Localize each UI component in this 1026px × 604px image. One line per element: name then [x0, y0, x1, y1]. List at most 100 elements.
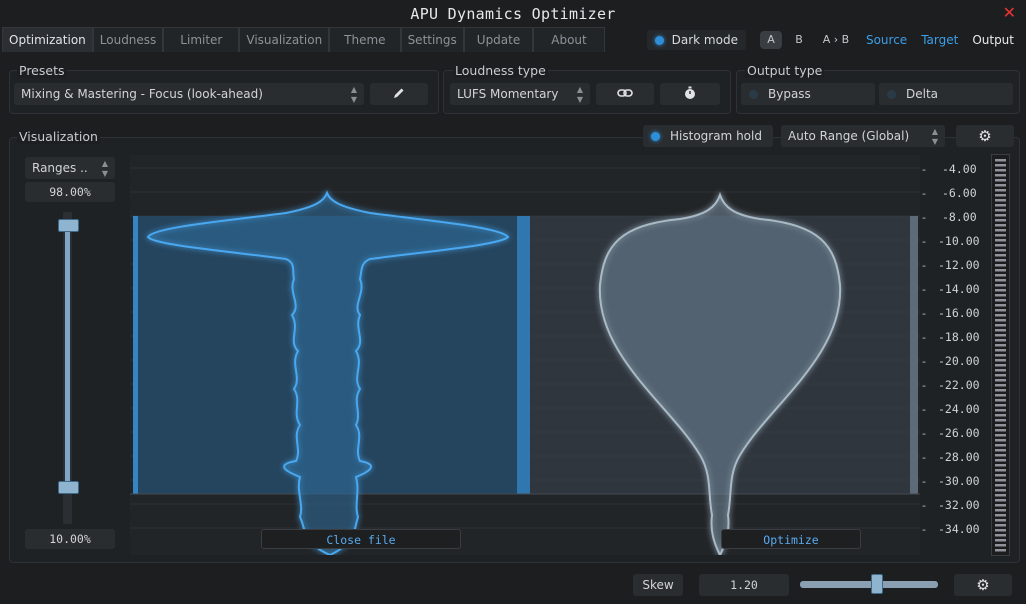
meter-segment — [995, 164, 1006, 167]
scale-label: -16.00 — [938, 306, 980, 320]
meter-segment — [995, 284, 1006, 287]
tab-optimization[interactable]: Optimization — [2, 27, 93, 52]
radio-off-icon — [887, 89, 896, 99]
tab-settings[interactable]: Settings — [400, 27, 464, 52]
bottom-settings-button[interactable]: ⚙ — [954, 574, 1012, 596]
meter-segment — [995, 464, 1006, 467]
meter-segment — [995, 364, 1006, 367]
meter-segment — [995, 204, 1006, 207]
close-file-button[interactable]: Close file — [261, 529, 461, 549]
meter-segment — [995, 354, 1006, 357]
meter-segment — [995, 539, 1006, 542]
meter-segment — [995, 519, 1006, 522]
skew-label: Skew — [633, 574, 683, 596]
meter-segment — [995, 304, 1006, 307]
dark-mode-label: Dark mode — [671, 33, 738, 47]
edit-preset-button[interactable] — [370, 83, 428, 105]
scale-label: -6.00 — [942, 186, 977, 200]
close-icon[interactable]: ✕ — [1003, 3, 1016, 22]
skew-slider-handle[interactable] — [871, 574, 883, 594]
meter-segment — [995, 419, 1006, 422]
meter-segment — [995, 394, 1006, 397]
meter-segment — [995, 429, 1006, 432]
meter-segment — [995, 269, 1006, 272]
meter-segment — [995, 439, 1006, 442]
meter-segment — [995, 454, 1006, 457]
meter-segment — [995, 264, 1006, 267]
output-button[interactable]: Output — [968, 33, 1018, 47]
meter-segment — [995, 169, 1006, 172]
updown-arrows-icon: ▲ ▼ — [576, 85, 583, 104]
target-button[interactable]: Target — [917, 33, 962, 47]
loudness-type-select[interactable]: LUFS Momentary ▲ ▼ — [450, 83, 590, 105]
meter-segment — [995, 199, 1006, 202]
ranges-select[interactable]: Ranges .. ▲ ▼ — [25, 157, 115, 179]
meter-segment — [995, 214, 1006, 217]
tab-theme[interactable]: Theme — [329, 27, 401, 52]
loudness-type-label: Loudness type — [453, 63, 548, 78]
meter-segment — [995, 384, 1006, 387]
bypass-toggle[interactable]: Bypass — [741, 83, 875, 105]
link-icon — [617, 87, 633, 101]
meter-segment — [995, 434, 1006, 437]
meter-segment — [995, 224, 1006, 227]
app-title: APU Dynamics Optimizer — [410, 5, 616, 23]
timer-button[interactable] — [660, 83, 720, 105]
optimize-button[interactable]: Optimize — [721, 529, 861, 549]
meter-segment — [995, 249, 1006, 252]
meter-segment — [995, 494, 1006, 497]
link-button[interactable] — [596, 83, 654, 105]
meter-segment — [995, 289, 1006, 292]
visualization-label: Visualization — [17, 129, 100, 144]
presets-select[interactable]: Mixing & Mastering - Focus (look-ahead) … — [14, 83, 364, 105]
histogram-hold-toggle[interactable]: Histogram hold — [643, 125, 773, 147]
meter-segment — [995, 514, 1006, 517]
meter-segment — [995, 314, 1006, 317]
meter-segment — [995, 444, 1006, 447]
delta-toggle[interactable]: Delta — [879, 83, 1013, 105]
lower-range-handle[interactable] — [58, 481, 79, 494]
meter-segment — [995, 184, 1006, 187]
scale-label: -12.00 — [938, 258, 980, 272]
range-mode-value: Auto Range (Global) — [788, 129, 910, 143]
meter-segment — [995, 344, 1006, 347]
bypass-label: Bypass — [768, 87, 811, 101]
visualization-settings-button[interactable]: ⚙ — [956, 125, 1014, 147]
meter-segment — [995, 499, 1006, 502]
dark-mode-toggle[interactable]: Dark mode — [646, 30, 746, 50]
tab-update[interactable]: Update — [463, 27, 534, 52]
a-button[interactable]: A — [759, 31, 782, 49]
range-mode-select[interactable]: Auto Range (Global) ▲ ▼ — [781, 125, 945, 147]
source-button[interactable]: Source — [862, 33, 911, 47]
radio-on-icon — [654, 35, 664, 45]
skew-slider-track[interactable] — [800, 581, 938, 588]
meter-segment — [995, 229, 1006, 232]
meter-segment — [995, 424, 1006, 427]
histogram-svg — [130, 167, 920, 555]
tab-about[interactable]: About — [533, 27, 605, 52]
meter-segment — [995, 404, 1006, 407]
meter-segment — [995, 409, 1006, 412]
meter-segment — [995, 449, 1006, 452]
level-meter — [991, 154, 1010, 556]
meter-segment — [995, 489, 1006, 492]
scale-label: -32.00 — [938, 498, 980, 512]
tab-limiter[interactable]: Limiter — [163, 27, 240, 52]
scale-label: -24.00 — [938, 402, 980, 416]
b-button[interactable]: B — [788, 31, 810, 49]
scale-label: -20.00 — [938, 354, 980, 368]
upper-range-value[interactable]: 98.00% — [25, 182, 115, 202]
skew-value[interactable]: 1.20 — [699, 574, 789, 596]
a-to-b-button[interactable]: A › B — [816, 31, 856, 49]
meter-segment — [995, 504, 1006, 507]
scale-label: -10.00 — [938, 234, 980, 248]
meter-segments — [995, 159, 1006, 552]
tab-visualization[interactable]: Visualization — [239, 27, 330, 52]
lower-range-value[interactable]: 10.00% — [25, 529, 115, 549]
meter-segment — [995, 209, 1006, 212]
updown-arrows-icon: ▲ ▼ — [101, 159, 108, 178]
meter-segment — [995, 549, 1006, 552]
tab-loudness[interactable]: Loudness — [92, 27, 164, 52]
upper-range-handle[interactable] — [58, 219, 79, 232]
meter-segment — [995, 234, 1006, 237]
